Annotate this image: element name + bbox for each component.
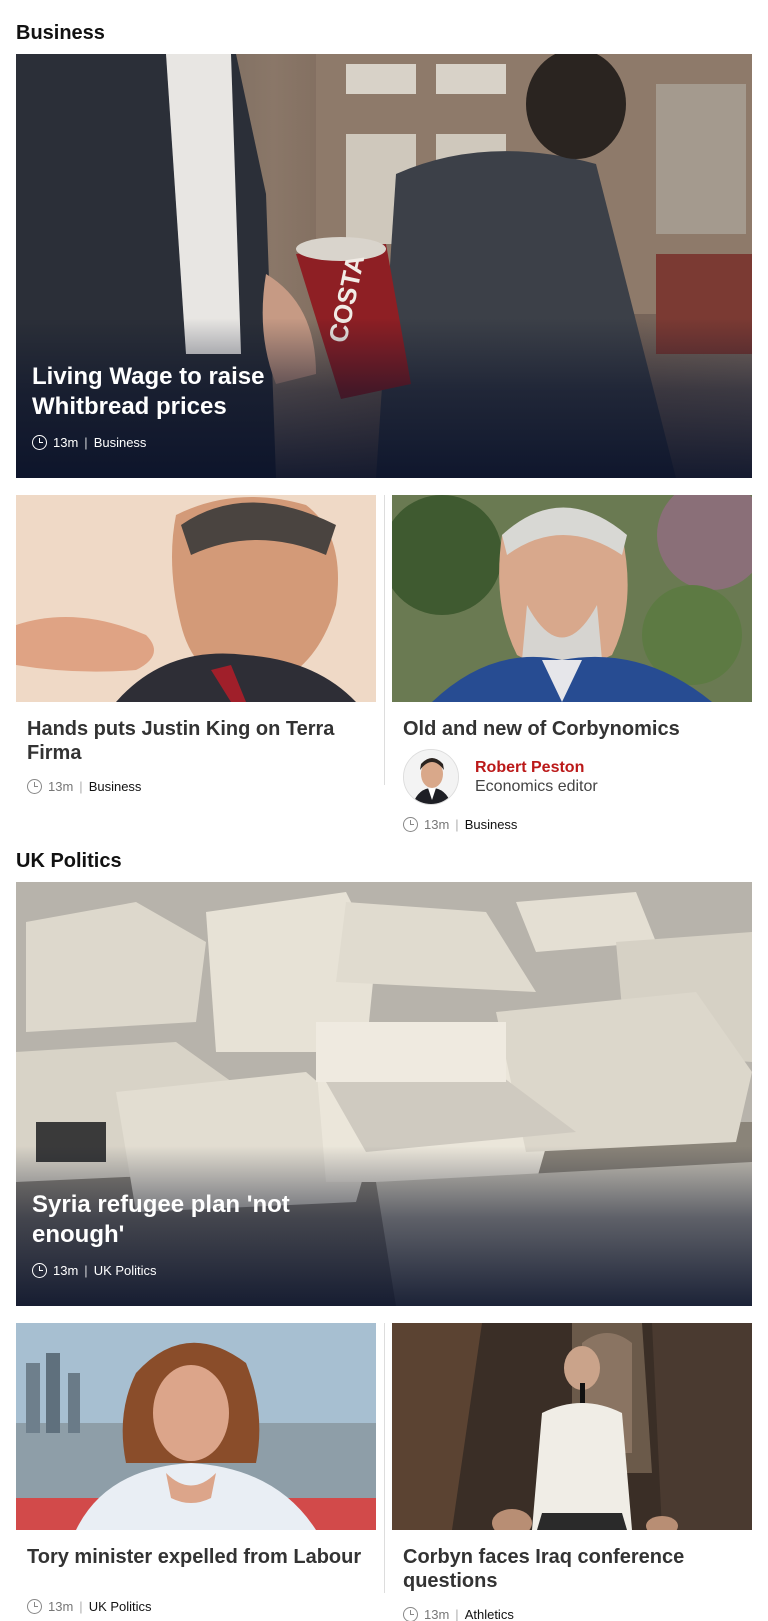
category-link[interactable]: Business — [94, 435, 147, 450]
category-link[interactable]: Business — [89, 779, 142, 794]
category-link[interactable]: Business — [465, 817, 518, 832]
story-headline[interactable]: Tory minister expelled from Labour — [27, 1545, 365, 1569]
category-link[interactable]: Athletics — [465, 1607, 514, 1621]
clock-icon — [403, 1607, 418, 1621]
clock-icon — [32, 435, 47, 450]
timestamp: 13m — [424, 817, 450, 832]
hero-headline[interactable]: Living Wage to raise Whitbread prices — [32, 362, 332, 422]
story-meta: 13m | UK Politics — [27, 1599, 365, 1614]
clock-icon — [27, 779, 42, 794]
hero-story-living-wage[interactable]: COSTA Living Wage to raise Whitbread pri… — [16, 54, 752, 478]
clock-icon — [27, 1599, 42, 1614]
clock-icon — [32, 1263, 47, 1278]
hero-story-syria-refugees[interactable]: Syria refugee plan 'not enough' 13m | UK… — [16, 882, 752, 1306]
timestamp: 13m — [53, 435, 79, 450]
story-meta: 13m | Business — [403, 817, 741, 832]
story-meta: 13m | Business — [27, 779, 365, 794]
story-headline[interactable]: Corbyn faces Iraq conference questions — [403, 1545, 741, 1593]
story-card-tory-minister[interactable]: Tory minister expelled from Labour 13m |… — [16, 1323, 376, 1614]
story-image — [382, 480, 767, 702]
timestamp: 13m — [53, 1263, 79, 1278]
story-headline[interactable]: Hands puts Justin King on Terra Firma — [27, 717, 365, 765]
author-avatar — [403, 749, 459, 805]
author-name[interactable]: Robert Peston — [475, 759, 598, 777]
hero-headline[interactable]: Syria refugee plan 'not enough' — [32, 1190, 352, 1250]
hero-meta: 13m | Business — [32, 435, 146, 450]
category-link[interactable]: UK Politics — [94, 1263, 157, 1278]
story-meta: 13m | Athletics — [403, 1607, 741, 1621]
timestamp: 13m — [48, 779, 74, 794]
column-divider — [384, 1323, 385, 1593]
column-divider — [384, 495, 385, 785]
hero-meta: 13m | UK Politics — [32, 1263, 157, 1278]
section-title-business: Business — [16, 22, 105, 44]
category-link[interactable]: UK Politics — [89, 1599, 152, 1614]
story-image — [16, 495, 376, 702]
story-headline[interactable]: Old and new of Corbynomics — [403, 717, 741, 741]
story-card-hands[interactable]: Hands puts Justin King on Terra Firma 13… — [16, 495, 376, 794]
story-card-corbynomics[interactable]: Old and new of Corbynomics Robert Peston… — [382, 480, 767, 832]
story-image — [16, 1323, 376, 1530]
story-image — [392, 1323, 752, 1537]
author-role: Economics editor — [475, 777, 598, 795]
timestamp: 13m — [424, 1607, 450, 1621]
author-byline[interactable]: Robert Peston Economics editor — [403, 749, 741, 805]
timestamp: 13m — [48, 1599, 74, 1614]
section-title-uk-politics: UK Politics — [16, 850, 122, 872]
story-card-corbyn-iraq[interactable]: Corbyn faces Iraq conference questions 1… — [392, 1323, 752, 1621]
clock-icon — [403, 817, 418, 832]
